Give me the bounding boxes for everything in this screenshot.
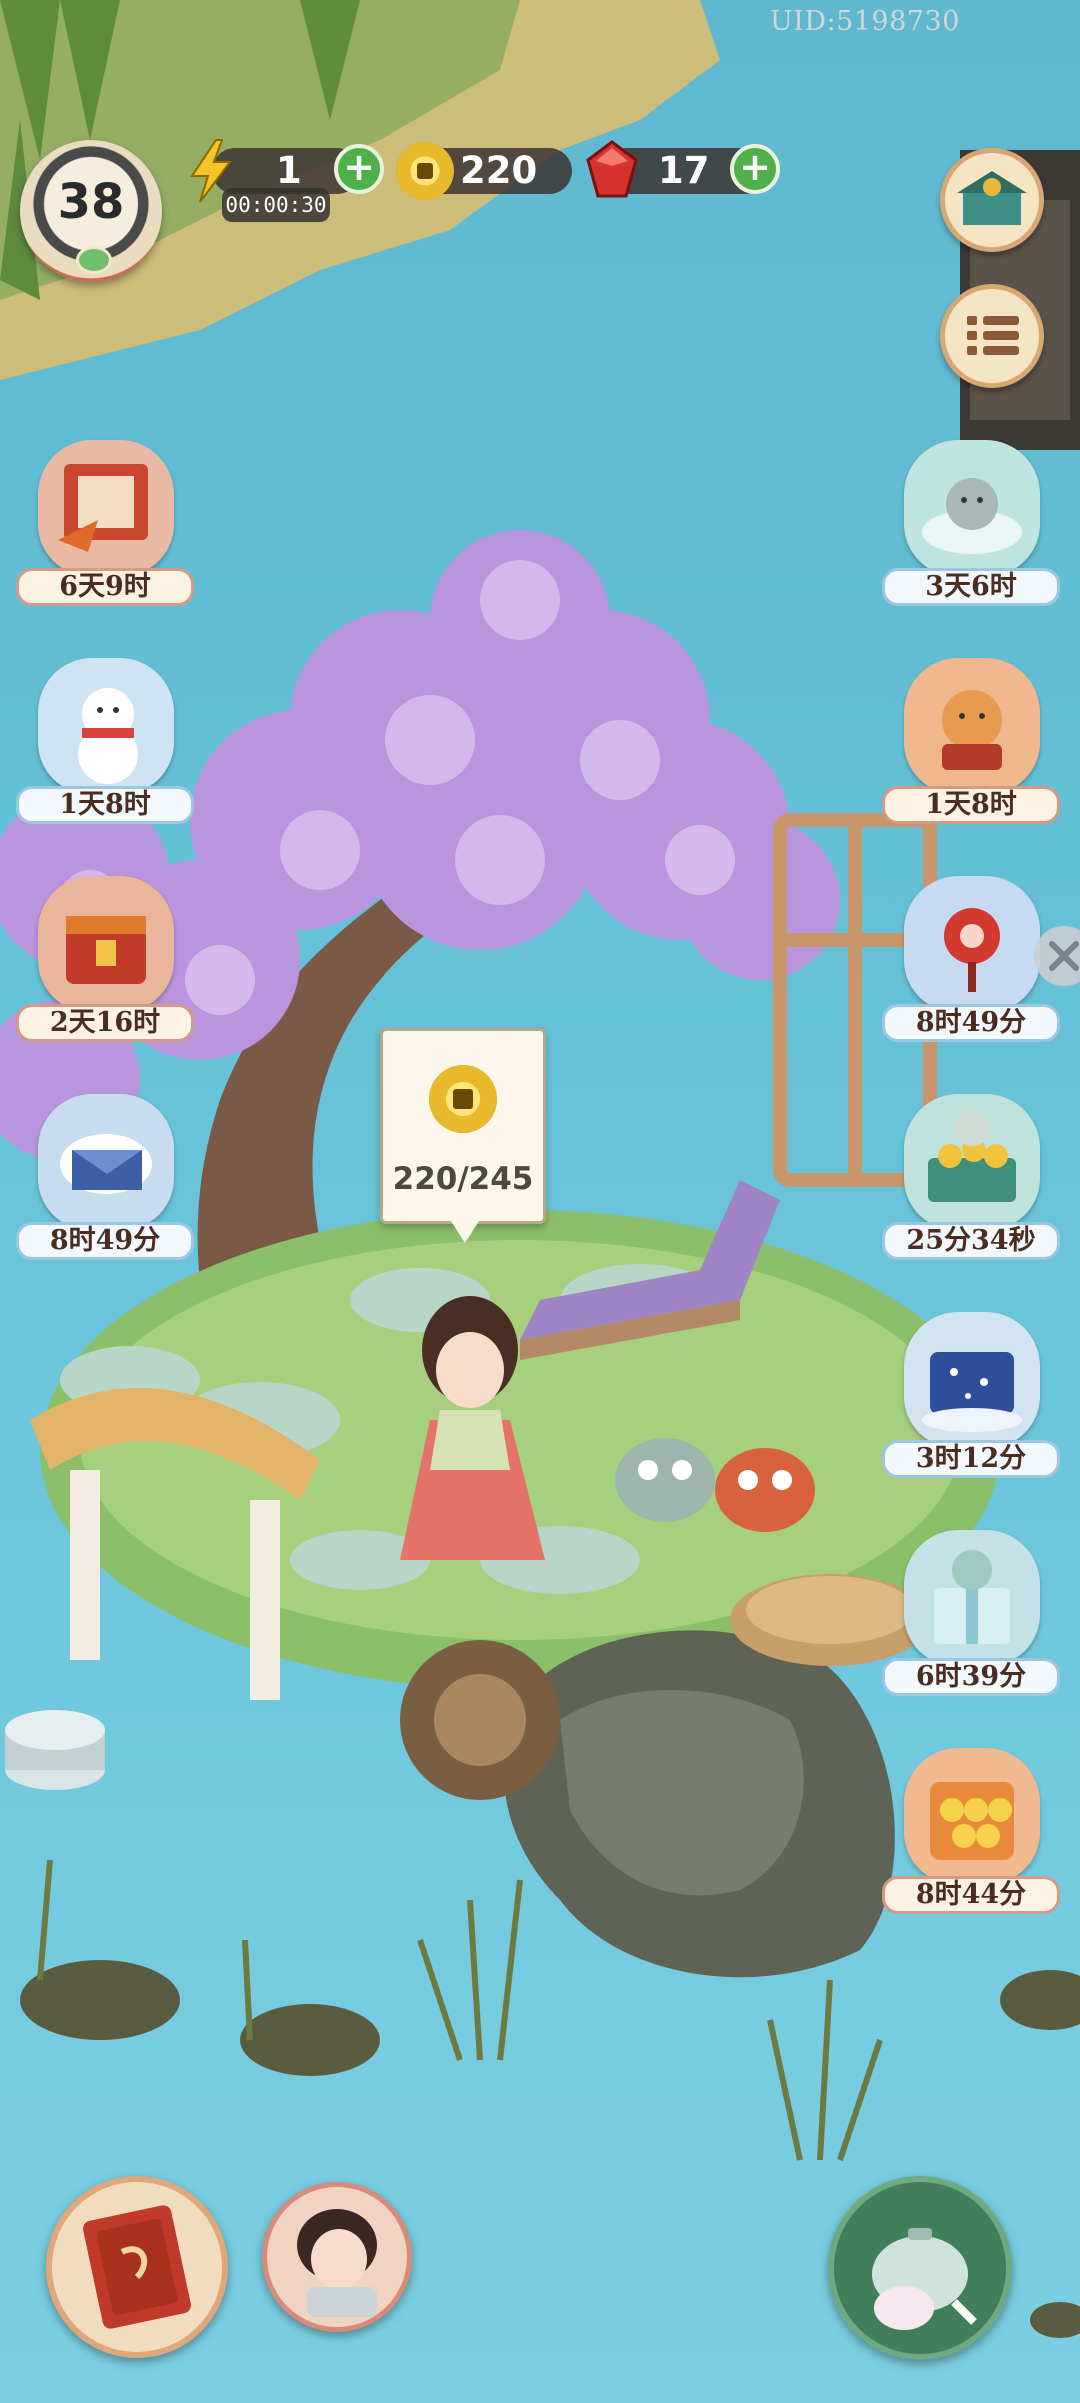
- event-timer: 8时49分: [16, 1222, 194, 1260]
- lady-portrait-icon: [297, 2209, 377, 2317]
- game-screen: UID:5198730 38 1 + 00:00:30 220 17 + 6天9…: [0, 0, 1080, 2403]
- coin-icon: [396, 142, 454, 200]
- event-timer: 1天8时: [16, 786, 194, 824]
- shop-button[interactable]: [940, 148, 1044, 252]
- player-level: 38: [57, 174, 125, 230]
- event-icon-maple-scroll[interactable]: 6天9时: [16, 440, 196, 620]
- event-icon-snow-cat[interactable]: 1天8时: [16, 658, 196, 838]
- leaf-icon: [76, 246, 112, 274]
- coins-value: 220: [460, 149, 538, 192]
- close-side-button[interactable]: [1034, 926, 1080, 986]
- event-timer: 8时44分: [882, 1876, 1060, 1914]
- character-portrait-button[interactable]: [262, 2182, 412, 2332]
- event-timer: 6天9时: [16, 568, 194, 606]
- gems-value: 17: [658, 149, 710, 192]
- teapot-button[interactable]: [828, 2176, 1012, 2360]
- close-icon: [1049, 941, 1079, 971]
- coin-storage-count: 220/245: [392, 1161, 534, 1197]
- event-icon-gift-box-cat[interactable]: 6时39分: [882, 1530, 1062, 1710]
- red-ornament-icon: [904, 876, 1040, 1012]
- event-timer: 6时39分: [882, 1658, 1060, 1696]
- journal-book-button[interactable]: [46, 2176, 228, 2358]
- coin-pouch-icon: [904, 1748, 1040, 1884]
- event-timer: 3天6时: [882, 568, 1060, 606]
- energy-timer: 00:00:30: [222, 188, 330, 222]
- shop-icon: [957, 171, 1027, 225]
- event-icon-hot-spring-cat[interactable]: 3天6时: [882, 440, 1062, 620]
- uid-label: UID:5198730: [770, 6, 960, 37]
- event-icon-lucky-cat[interactable]: 1天8时: [882, 658, 1062, 838]
- event-timer: 8时49分: [882, 1004, 1060, 1042]
- teapot-icon: [872, 2228, 977, 2330]
- event-icon-coin-cart-cat[interactable]: 25分34秒: [882, 1094, 1062, 1274]
- player-level-badge[interactable]: 38: [20, 140, 162, 282]
- menu-button[interactable]: [940, 284, 1044, 388]
- event-icon-coin-pouch[interactable]: 8时44分: [882, 1748, 1062, 1928]
- lucky-cat-icon: [904, 658, 1040, 794]
- snowman-cat-icon: [38, 658, 174, 794]
- coin-icon: [429, 1065, 497, 1133]
- maple-leaf-scroll-icon: [38, 440, 174, 576]
- event-icon-envelope-cat[interactable]: 8时49分: [16, 1094, 196, 1274]
- gift-box-cat-icon: [904, 1530, 1040, 1666]
- coin-cart-cat-icon: [904, 1094, 1040, 1230]
- ruby-icon: [586, 140, 638, 198]
- event-icon-gift-chest[interactable]: 2天16时: [16, 876, 196, 1056]
- event-timer: 1天8时: [882, 786, 1060, 824]
- treasure-chest-icon: [38, 876, 174, 1012]
- envelope-cat-icon: [38, 1094, 174, 1230]
- event-icon-night-sky[interactable]: 3时12分: [882, 1312, 1062, 1492]
- event-timer: 25分34秒: [882, 1222, 1060, 1260]
- event-timer: 2天16时: [16, 1004, 194, 1042]
- coin-collect-bubble[interactable]: 220/245: [380, 1028, 546, 1243]
- red-book-icon: [83, 2205, 191, 2329]
- event-timer: 3时12分: [882, 1440, 1060, 1478]
- menu-list-icon: [967, 316, 1019, 355]
- starry-chest-icon: [904, 1312, 1040, 1448]
- add-gems-button[interactable]: +: [730, 144, 780, 194]
- hot-spring-cat-icon: [904, 440, 1040, 576]
- add-energy-button[interactable]: +: [334, 144, 384, 194]
